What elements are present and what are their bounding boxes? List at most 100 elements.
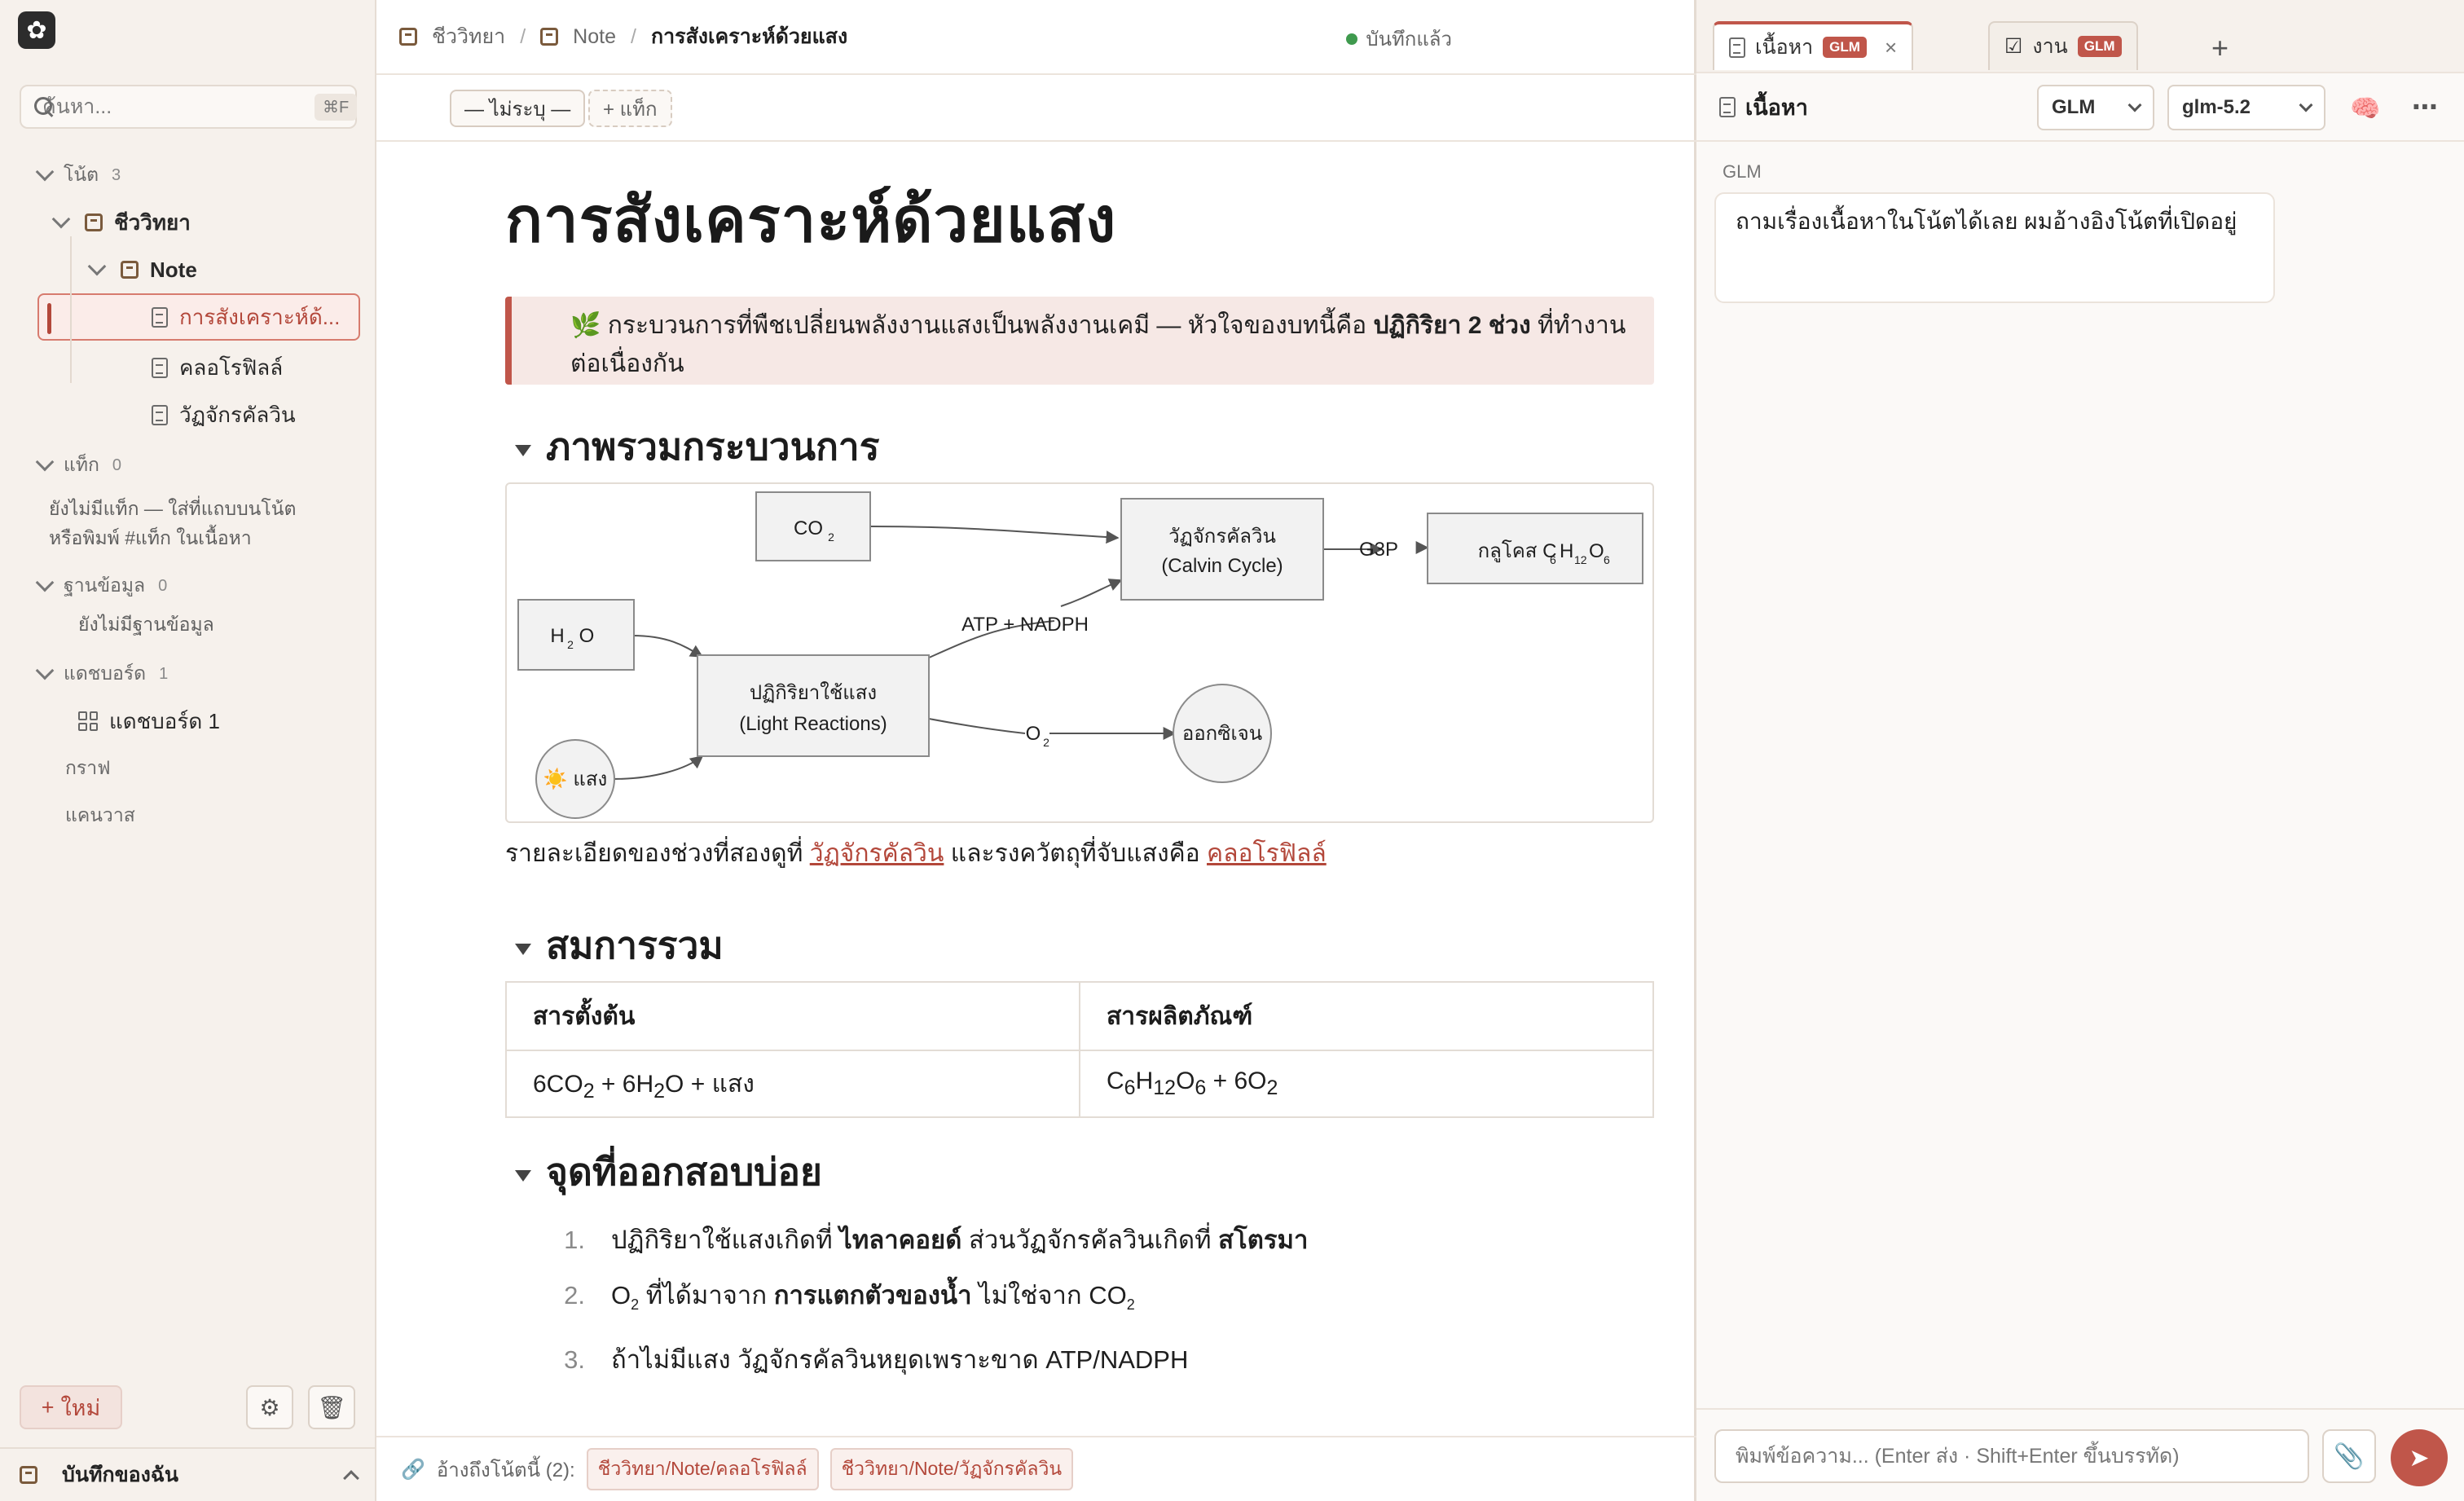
model-badge: GLM <box>2077 36 2122 57</box>
chevron-down-icon <box>33 162 57 187</box>
breadcrumb-item[interactable]: ชีววิทยา <box>432 20 505 53</box>
collapse-triangle-icon[interactable] <box>515 444 531 456</box>
table-row: 6CO2 + 6H2O + แสง C6H12O6 + 6O2 <box>505 1050 1654 1118</box>
exam-list: 1. ปฏิกิริยาใช้แสงเกิดที่ ไทลาคอยด์ ส่วน… <box>562 1213 1308 1388</box>
list-item: 2. O2 ที่ได้มาจาก การแตกตัวของน้ำ ไม่ใช่… <box>562 1268 1308 1332</box>
tab-tasks[interactable]: ☑ งาน GLM <box>1988 21 2138 70</box>
new-note-label: ใหม่ <box>60 1395 101 1420</box>
chevron-down-icon <box>49 209 73 235</box>
chevron-down-icon <box>33 452 57 478</box>
label-glucose-sub3: 6 <box>1604 553 1610 566</box>
add-tab-icon[interactable]: + <box>2211 31 2229 65</box>
list-item: 3. ถ้าไม่มีแสง วัฏจักรคัลวินหยุดเพราะขาด… <box>562 1332 1308 1388</box>
note-title[interactable]: การสังเคราะห์ด้วยแสง <box>505 171 1116 269</box>
new-note-button[interactable]: + ใหม่ <box>20 1385 122 1429</box>
checkbox-icon: ☑ <box>2004 35 2023 58</box>
folder-label: Note <box>150 257 197 282</box>
vault-name: บันทึกของฉัน <box>62 1464 179 1486</box>
attach-button[interactable]: 📎 <box>2322 1429 2376 1483</box>
label-light-1: ปฏิกิริยาใช้แสง <box>750 681 877 704</box>
label-o2-sub: 2 <box>1043 736 1049 749</box>
tags-empty-label: ยังไม่มีแท็ก — ใส่ที่แถบบนโน้ต หรือพิมพ์… <box>49 498 297 548</box>
more-options-icon[interactable]: ⋯ <box>2412 91 2440 122</box>
editor: ชีววิทยา / Note / การสังเคราะห์ด้วยแสง บ… <box>376 0 2053 1501</box>
backlink-chip[interactable]: ชีววิทยา/Note/วัฏจักรคัลวิน <box>829 1448 1074 1490</box>
detail-paragraph: รายละเอียดของช่วงที่สองดูที่ วัฏจักรคัลว… <box>505 834 1327 873</box>
provider-select[interactable]: GLM <box>2037 85 2154 130</box>
tree-guide-line <box>70 236 72 383</box>
db-empty-text: ยังไม่มีฐานข้อมูล <box>0 610 376 645</box>
breadcrumb-separator: / <box>520 24 526 48</box>
table-header-cell: สารตั้งต้น <box>505 981 1080 1051</box>
save-status: บันทึกแล้ว <box>1346 23 1452 55</box>
label-calvin-1: วัฏจักรคัลวิน <box>1168 526 1276 548</box>
tab-label: งาน <box>2032 35 2068 58</box>
list-text: O <box>611 1281 631 1310</box>
dashboard-item[interactable]: แดชบอร์ด 1 <box>0 698 376 745</box>
list-text: ถ้าไม่มีแสง วัฏจักรคัลวินหยุดเพราะขาด AT… <box>611 1345 1189 1375</box>
message-sender: GLM <box>1723 161 1762 182</box>
message-input[interactable] <box>1714 1429 2309 1483</box>
section-notes[interactable]: โน้ต 3 <box>0 152 376 199</box>
nav-graph[interactable]: กราฟ <box>0 745 376 792</box>
status-select[interactable]: — ไม่ระบุ — <box>450 90 586 127</box>
link-chlorophyll[interactable]: คลอโรฟิลล์ <box>1207 840 1327 867</box>
collapse-triangle-icon[interactable] <box>515 943 531 955</box>
tree-item-photosynthesis[interactable]: การสังเคราะห์ด้... <box>0 293 376 341</box>
equation-table: สารตั้งต้น สารผลิตภัณฑ์ 6CO2 + 6H2O + แส… <box>505 981 1654 1118</box>
settings-button[interactable]: ⚙ <box>246 1385 293 1429</box>
section-label: แท็ก <box>64 454 99 475</box>
tree-item-calvin[interactable]: วัฏจักรคัลวิน <box>0 391 376 438</box>
collapse-triangle-icon[interactable] <box>515 1169 531 1182</box>
link-icon: 🔗 <box>401 1458 425 1481</box>
list-number: 3. <box>564 1345 585 1375</box>
folder-note[interactable]: Note <box>0 246 376 293</box>
close-icon[interactable]: × <box>1885 35 1897 60</box>
trash-button[interactable]: 🗑 <box>308 1385 355 1429</box>
label-h2o-sub: 2 <box>567 638 574 651</box>
tree-item-chlorophyll[interactable]: คลอโรฟิลล์ <box>0 344 376 391</box>
breadcrumb: ชีววิทยา / Note / การสังเคราะห์ด้วยแสง <box>399 20 847 53</box>
section-tags[interactable]: แท็ก 0 <box>0 442 376 489</box>
label-atp: ATP + NADPH <box>961 614 1089 636</box>
assistant-message: ถามเรื่องเนื้อหาในโน้ตได้เลย ผมอ้างอิงโน… <box>1714 192 2275 303</box>
heading-exam: จุดที่ออกสอบบ่อย <box>515 1142 822 1202</box>
heading-equation: สมการรวม <box>515 916 724 975</box>
label-o2: O <box>1026 723 1041 745</box>
nav-canvas[interactable]: แคนวาส <box>0 792 376 839</box>
callout-bold: ปฏิกิริยา 2 ช่วง <box>1373 312 1531 339</box>
vault-switcher[interactable]: บันทึกของฉัน <box>0 1447 376 1501</box>
app-logo-icon[interactable]: ✿ <box>18 11 55 49</box>
section-label: ฐานข้อมูล <box>64 574 146 596</box>
link-calvin[interactable]: วัฏจักรคัลวิน <box>810 840 944 867</box>
section-databases[interactable]: ฐานข้อมูล 0 <box>0 562 376 610</box>
list-number: 2. <box>564 1281 585 1310</box>
backlink-chip[interactable]: ชีววิทยา/Note/คลอโรฟิลล์ <box>586 1448 819 1490</box>
top-bar: ชีววิทยา / Note / การสังเคราะห์ด้วยแสง บ… <box>376 0 2053 73</box>
tab-content[interactable]: เนื้อหา GLM × <box>1713 21 1914 70</box>
folder-cube-icon <box>121 261 139 279</box>
breadcrumb-item[interactable]: Note <box>573 25 616 49</box>
document-icon <box>1719 96 1736 117</box>
file-tree: โน้ต 3 ชีววิทยา Note การสังเคราะห์ด้... … <box>0 152 376 839</box>
node-h2o <box>517 599 635 671</box>
add-tag-button[interactable]: + แท็ก <box>588 90 672 127</box>
section-dashboards[interactable]: แดชบอร์ด 1 <box>0 650 376 698</box>
folder-biology[interactable]: ชีววิทยา <box>0 199 376 246</box>
list-bold: สโตรมา <box>1218 1226 1309 1254</box>
search-input[interactable] <box>42 95 305 119</box>
ai-tabs: เนื้อหา GLM × ☑ งาน GLM + <box>1696 0 2464 73</box>
model-select[interactable]: glm-5.2 <box>2167 85 2325 130</box>
folder-cube-icon <box>540 28 559 46</box>
send-button[interactable]: ➤ <box>2391 1429 2448 1486</box>
label-calvin-2: (Calvin Cycle) <box>1161 555 1283 577</box>
label-h2o-o: O <box>579 625 595 647</box>
section-count: 0 <box>112 456 122 474</box>
brain-icon[interactable]: 🧠 <box>2350 95 2380 123</box>
db-empty-label: ยังไม่มีฐานข้อมูล <box>78 614 214 635</box>
list-number: 1. <box>564 1226 585 1254</box>
process-diagram: CO 2 วัฏจักรคัลวิน (Calvin Cycle) G3P กล… <box>505 482 1654 823</box>
node-light-reactions <box>697 654 930 757</box>
folder-cube-icon <box>399 28 417 46</box>
search-box[interactable]: ⌘F <box>20 85 358 129</box>
